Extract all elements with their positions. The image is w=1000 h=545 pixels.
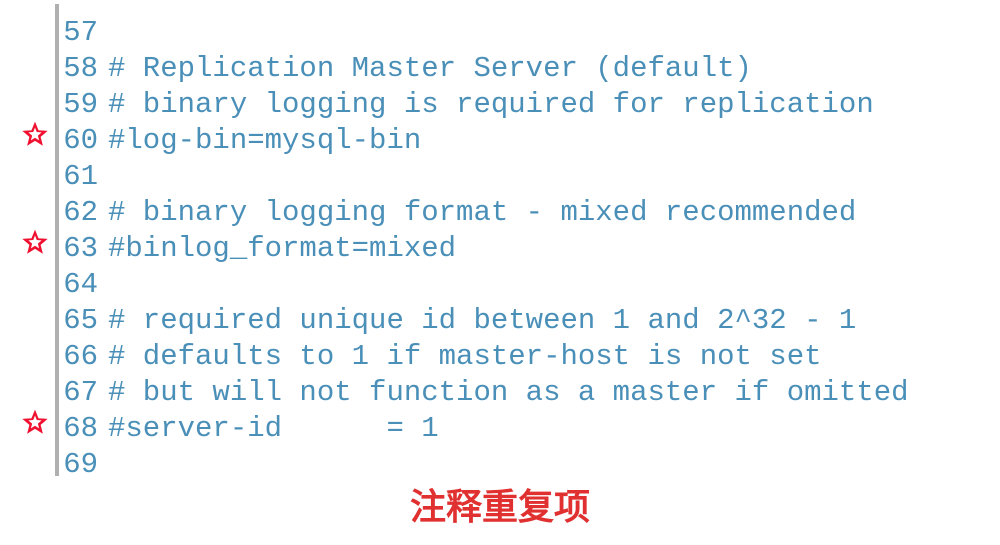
code-line: 62# binary logging format - mixed recomm…: [22, 184, 1000, 220]
code-line: 61: [22, 148, 1000, 184]
code-line: 66# defaults to 1 if master-host is not …: [22, 328, 1000, 364]
code-line: 59# binary logging is required for repli…: [22, 76, 1000, 112]
code-line: 67# but will not function as a master if…: [22, 364, 1000, 400]
code-line: 68#server-id = 1: [22, 400, 1000, 436]
bookmark-gutter: [22, 328, 58, 364]
star-icon: [20, 408, 50, 438]
bookmark-gutter: [22, 400, 58, 436]
code-line: 64: [22, 256, 1000, 292]
bookmark-gutter: [22, 220, 58, 256]
bookmark-gutter: [22, 76, 58, 112]
bookmark-gutter: [22, 364, 58, 400]
code-line: 69: [22, 436, 1000, 472]
caption-text: 注释重复项: [0, 478, 1000, 530]
star-icon: [20, 120, 50, 150]
code-line: 57: [22, 4, 1000, 40]
bookmark-gutter: [22, 112, 58, 148]
code-line: 63#binlog_format=mixed: [22, 220, 1000, 256]
bookmark-gutter: [22, 436, 58, 472]
bookmark-gutter: [22, 256, 58, 292]
bookmark-gutter: [22, 4, 58, 40]
star-icon: [20, 228, 50, 258]
code-line: 58# Replication Master Server (default): [22, 40, 1000, 76]
bookmark-gutter: [22, 184, 58, 220]
code-line: 60#log-bin=mysql-bin: [22, 112, 1000, 148]
bookmark-gutter: [22, 148, 58, 184]
bookmark-gutter: [22, 40, 58, 76]
bookmark-gutter: [22, 292, 58, 328]
code-editor-area: 5758# Replication Master Server (default…: [0, 0, 1000, 472]
line-number: 69: [58, 447, 108, 483]
code-line: 65# required unique id between 1 and 2^3…: [22, 292, 1000, 328]
